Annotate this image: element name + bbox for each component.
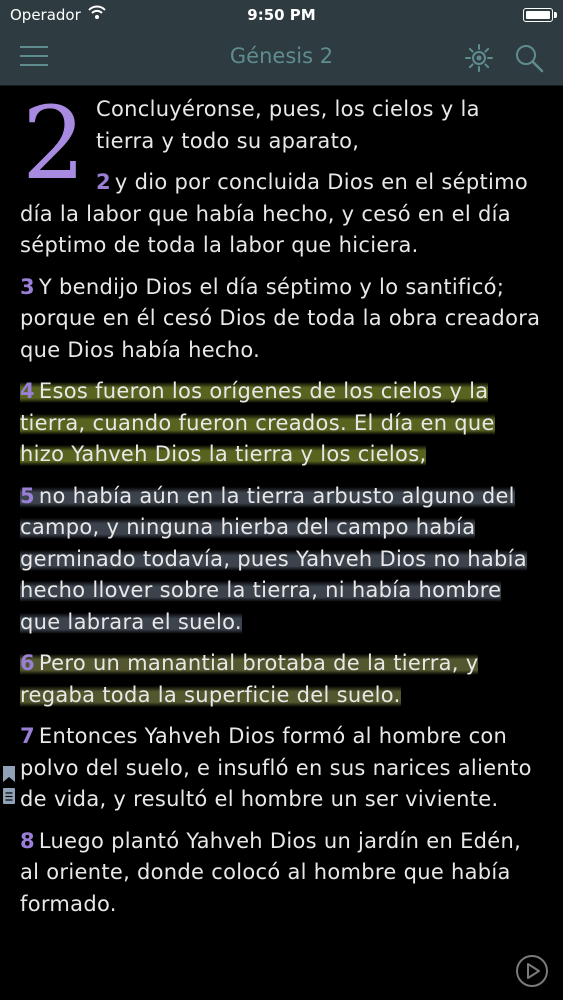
search-icon[interactable] — [514, 43, 544, 73]
verse-highlight[interactable]: 6 Pero un manantial brotaba de la tierra,… — [20, 651, 479, 707]
verse-6: 6 Pero un manantial brotaba de la tierra,… — [20, 648, 545, 711]
verse-2: 2y dio por concluida Dios en el séptimo … — [20, 167, 545, 262]
verse-text: Y bendijo Dios el día séptimo y lo santi… — [20, 274, 541, 362]
verse-text: Entonces Yahveh Dios formó al hombre con… — [20, 724, 532, 811]
verse-text: Concluyéronse, pues, los cielos y la tie… — [96, 97, 480, 153]
verse-highlight[interactable]: 4 Esos fueron los orígenes de los cielos … — [20, 379, 495, 466]
battery-icon — [523, 8, 557, 22]
clock: 9:50 PM — [247, 6, 316, 24]
verse-text: Esos fueron los orígenes de los cielos y… — [20, 379, 495, 466]
verse-text: Pero un manantial brotaba de la tierra, … — [20, 651, 479, 707]
verse-1: 2 Concluyéronse, pues, los cielos y la t… — [20, 94, 545, 190]
verse-number: 7 — [20, 724, 35, 748]
brightness-icon[interactable] — [464, 43, 494, 73]
verse-number: 8 — [20, 828, 35, 853]
verse-number: 3 — [20, 274, 35, 299]
verse-text: no había aún en la tierra arbusto alguno… — [20, 483, 527, 634]
verse-number: 4 — [20, 379, 35, 403]
verse-highlight[interactable]: 5 no había aún en la tierra arbusto algun… — [20, 483, 527, 634]
svg-text:2: 2 — [22, 94, 86, 190]
reading-pane[interactable]: 2 Concluyéronse, pues, los cielos y la t… — [20, 94, 545, 930]
verse-3: 3Y bendijo Dios el día séptimo y lo sant… — [20, 272, 545, 367]
verse-number: 5 — [20, 483, 35, 508]
verse-5: 5 no había aún en la tierra arbusto algun… — [20, 481, 545, 639]
verse-7: 7 Entonces Yahveh Dios formó al hombre co… — [20, 721, 545, 816]
status-bar: Operador 9:50 PM — [0, 0, 563, 30]
verse-number: 2 — [96, 170, 111, 194]
play-icon[interactable] — [515, 954, 549, 988]
nav-bar: Génesis 2 — [0, 30, 563, 86]
verse-number: 6 — [20, 651, 35, 675]
chapter-drop-cap: 2 — [22, 94, 86, 190]
bookmark-icon[interactable] — [2, 766, 16, 806]
verse-4: 4 Esos fueron los orígenes de los cielos … — [20, 376, 545, 471]
verse-8: 8 Luego plantó Yahveh Dios un jardín en E… — [20, 826, 545, 921]
verse-text: Luego plantó Yahveh Dios un jardín en Ed… — [20, 828, 522, 916]
